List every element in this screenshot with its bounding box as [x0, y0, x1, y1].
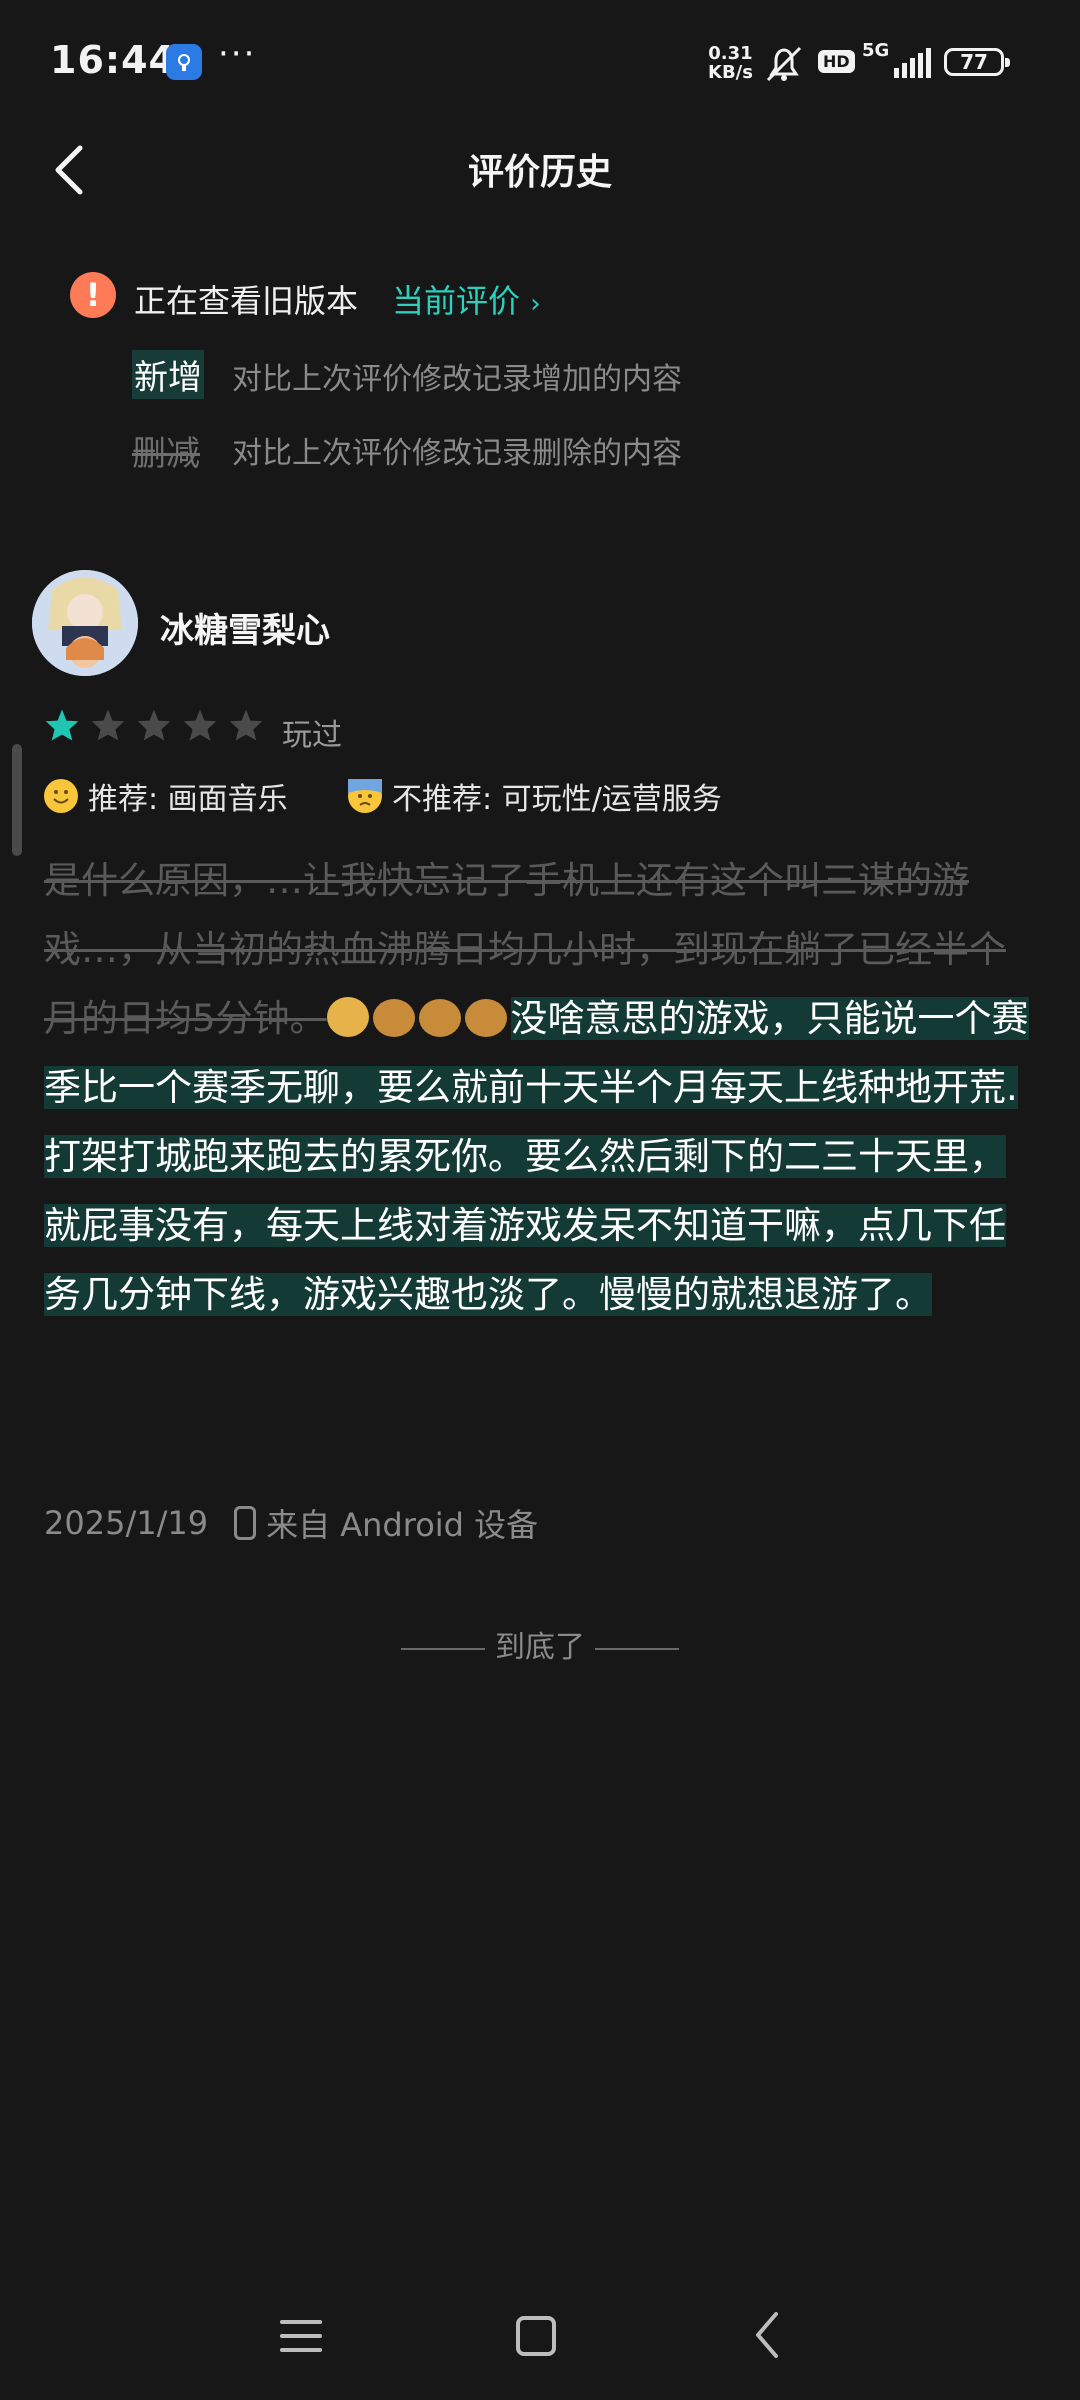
more-notifications-icon: ···: [218, 34, 257, 74]
star-empty-icon: [91, 709, 125, 741]
old-version-notice: 正在查看旧版本: [134, 282, 359, 320]
status-bar: 16:44 ··· 0.31 KB/s HD 5G 77: [0, 0, 1080, 128]
cat-emoji-icon: [372, 999, 415, 1037]
page-title: 评价历史: [467, 152, 612, 193]
network-type: 5G: [862, 40, 890, 61]
signal-bars-icon: [894, 48, 934, 82]
current-review-link[interactable]: 当前评价 ›: [392, 276, 541, 322]
end-of-list-text: 到底了: [495, 1630, 585, 1665]
legend-deleted-label: 删减: [132, 434, 200, 474]
app-notification-icon: [166, 44, 202, 80]
network-speed-value: 0.31: [708, 43, 753, 64]
anxious-emoji-icon: [348, 779, 382, 813]
divider-line: [595, 1647, 679, 1650]
not-recommend-tag: 不推荐: 可玩性/运营服务: [348, 774, 722, 818]
avatar[interactable]: [32, 570, 138, 676]
not-recommend-text: 不推荐: 可玩性/运营服务: [392, 782, 722, 817]
legend-added-label: 新增: [132, 350, 204, 399]
scroll-indicator[interactable]: [12, 744, 22, 856]
system-back-button[interactable]: [752, 2310, 782, 2364]
status-time: 16:44: [50, 38, 176, 82]
star-empty-icon: [137, 709, 171, 741]
network-speed: 0.31 KB/s: [708, 44, 753, 82]
home-button[interactable]: [516, 2316, 556, 2356]
cat-emoji-icon: [418, 999, 461, 1037]
username[interactable]: 冰糖雪梨心: [160, 603, 330, 652]
star-filled-icon: [45, 709, 79, 741]
recent-apps-button[interactable]: [280, 2316, 322, 2360]
review-device: 来自 Android 设备: [266, 1506, 539, 1544]
grin-emoji-icon: [326, 997, 369, 1037]
star-empty-icon: [183, 709, 217, 741]
recommend-tag: 推荐: 画面音乐: [44, 774, 288, 818]
recommend-text: 推荐: 画面音乐: [88, 782, 288, 817]
review-body: 是什么原因，…让我快忘记了手机上还有这个叫三谋的游戏…，从当初的热血沸腾日均几小…: [44, 846, 1034, 1329]
current-review-link-label: 当前评价: [392, 282, 521, 320]
legend-added-desc: 对比上次评价修改记录增加的内容: [232, 362, 682, 397]
phone-icon: [234, 1506, 257, 1540]
divider-line: [401, 1647, 485, 1650]
legend-deleted-desc: 对比上次评价修改记录删除的内容: [232, 436, 682, 471]
rating-stars: [44, 708, 264, 742]
network-speed-unit: KB/s: [708, 62, 753, 83]
star-empty-icon: [229, 709, 263, 741]
chevron-right-icon: ›: [530, 289, 541, 319]
mute-bell-icon: [762, 44, 806, 88]
battery-icon: 77: [944, 48, 1010, 76]
warning-icon: !: [70, 272, 116, 318]
smile-emoji-icon: [44, 779, 78, 813]
hd-voice-badge: HD: [818, 50, 855, 73]
review-meta: 2025/1/19 来自 Android 设备: [44, 1500, 538, 1546]
play-status: 玩过: [282, 718, 342, 753]
added-text: 没啥意思的游戏，只能说一个赛季比一个赛季无聊，要么就前十天半个月每天上线种地开荒…: [44, 997, 1029, 1316]
review-date: 2025/1/19: [44, 1504, 209, 1542]
cat-emoji-icon: [464, 999, 507, 1037]
end-of-list: 到底了: [0, 1622, 1080, 1666]
